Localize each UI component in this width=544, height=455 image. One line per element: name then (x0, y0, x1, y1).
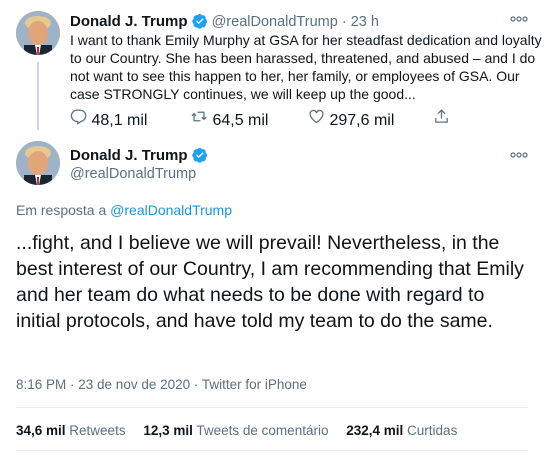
likes-label[interactable]: Curtidas (407, 423, 457, 438)
retweet-count: 64,5 mil (212, 112, 269, 129)
share-button[interactable] (433, 108, 450, 130)
more-options-icon[interactable] (510, 152, 528, 158)
likes-count[interactable]: 232,4 mil (346, 423, 403, 438)
verified-badge-icon (192, 147, 208, 163)
reply-icon (70, 109, 87, 125)
tweet2-timestamp[interactable]: 8:16 PM · 23 de nov de 2020 · Twitter fo… (16, 377, 307, 392)
tweet1-time[interactable]: 23 h (351, 14, 379, 30)
like-button[interactable]: 297,6 mil (308, 108, 394, 130)
avatar-tweet2[interactable] (16, 141, 60, 185)
reply-to-handle[interactable]: @realDonaldTrump (110, 202, 232, 218)
divider-stats-bottom (16, 450, 528, 451)
tweet2-handle[interactable]: @realDonaldTrump (70, 166, 196, 182)
tweet1-separator: · (341, 14, 347, 30)
retweets-label[interactable]: Retweets (69, 423, 125, 438)
divider-stats-top (16, 407, 528, 408)
tweet1-author-name[interactable]: Donald J. Trump (70, 13, 188, 30)
reply-to-label: Em resposta a (16, 202, 107, 218)
tweet2-author-name[interactable]: Donald J. Trump (70, 147, 188, 164)
tweet1-header: Donald J. Trump @realDonaldTrump · 23 h (70, 13, 379, 30)
reply-count: 48,1 mil (91, 112, 148, 129)
tweet1-handle[interactable]: @realDonaldTrump (212, 14, 338, 30)
comments-count[interactable]: 12,3 mil (143, 423, 193, 438)
more-options-icon[interactable] (510, 16, 528, 22)
like-icon (309, 109, 324, 124)
retweets-count[interactable]: 34,6 mil (16, 423, 66, 438)
tweet2-name-row: Donald J. Trump (70, 147, 208, 165)
verified-badge-icon (191, 13, 207, 29)
reply-context: Em resposta a @realDonaldTrump (16, 202, 232, 218)
tweet2-text: ...fight, and I believe we will prevail!… (16, 232, 524, 332)
share-icon (435, 109, 448, 123)
retweet-icon (191, 111, 207, 122)
like-count: 297,6 mil (329, 112, 395, 129)
comments-label[interactable]: Tweets de comentário (196, 423, 328, 438)
retweet-button[interactable]: 64,5 mil (190, 108, 268, 130)
engagement-stats: 34,6 mil Retweets 12,3 mil Tweets de com… (16, 423, 471, 438)
tweet1-text: I want to thank Emily Murphy at GSA for … (70, 32, 542, 102)
reply-button[interactable]: 48,1 mil (70, 108, 147, 130)
avatar-tweet1[interactable] (16, 11, 60, 55)
thread-connector (37, 62, 39, 130)
